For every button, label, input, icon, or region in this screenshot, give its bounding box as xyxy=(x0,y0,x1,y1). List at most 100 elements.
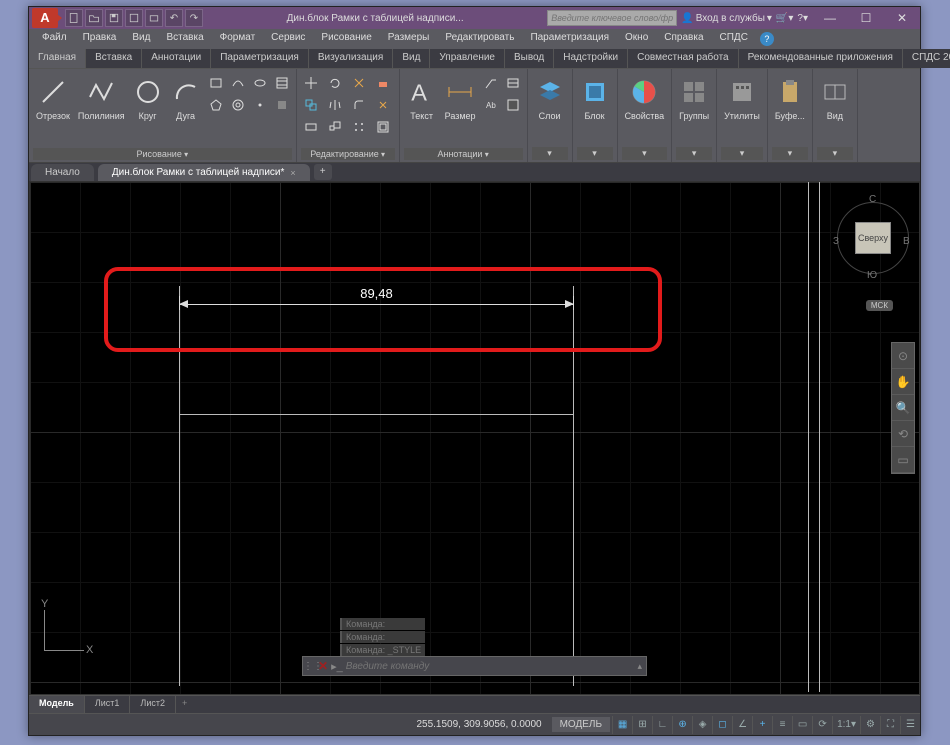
ellipse-icon[interactable] xyxy=(250,73,270,93)
tab-output[interactable]: Вывод xyxy=(505,49,554,68)
tab-featured[interactable]: Рекомендованные приложения xyxy=(739,49,903,68)
panel-draw-title[interactable]: Рисование xyxy=(33,148,292,160)
cmd-handle-icon[interactable]: ⋮⋮ xyxy=(303,661,315,672)
panel-block-title[interactable]: ▾ xyxy=(577,147,613,160)
tab-view[interactable]: Вид xyxy=(393,49,430,68)
polyline-button[interactable]: Полилиния xyxy=(75,73,128,123)
doc-tab-start[interactable]: Начало xyxy=(31,164,94,181)
layout-tab-add[interactable]: + xyxy=(176,696,193,713)
status-polar-icon[interactable]: ⊕ xyxy=(672,716,692,734)
help-bubble-icon[interactable]: ? xyxy=(760,32,774,46)
erase-icon[interactable] xyxy=(373,73,393,93)
offset-icon[interactable] xyxy=(373,117,393,137)
nav-show-icon[interactable]: ▭ xyxy=(892,447,914,473)
tab-manage[interactable]: Управление xyxy=(430,49,505,68)
status-grid-icon[interactable]: ▦ xyxy=(612,716,632,734)
menu-file[interactable]: Файл xyxy=(34,29,75,49)
region-icon[interactable] xyxy=(272,95,292,115)
doc-tab-current[interactable]: Дин.блок Рамки с таблицей надписи*× xyxy=(98,164,310,181)
command-line[interactable]: ⋮⋮ ✕ ▸_ ▴ xyxy=(302,656,647,676)
scale-icon[interactable] xyxy=(325,117,345,137)
properties-button[interactable]: Свойства xyxy=(622,73,668,123)
text-button[interactable]: AТекст xyxy=(404,73,440,123)
status-dyn-icon[interactable]: + xyxy=(752,716,772,734)
trim-icon[interactable] xyxy=(349,73,369,93)
status-osnap-icon[interactable]: ◻ xyxy=(712,716,732,734)
app-icon[interactable]: A xyxy=(32,8,58,28)
layout-tab-sheet1[interactable]: Лист1 xyxy=(85,696,131,713)
viewcube-west[interactable]: З xyxy=(833,236,839,247)
mirror-icon[interactable] xyxy=(325,95,345,115)
panel-annot-title[interactable]: Аннотации xyxy=(404,148,523,160)
qat-saveas-icon[interactable] xyxy=(125,9,143,27)
panel-clip-title[interactable]: ▾ xyxy=(772,147,808,160)
status-scale[interactable]: 1:1 ▾ xyxy=(832,716,860,734)
stretch-icon[interactable] xyxy=(301,117,321,137)
panel-layers-title[interactable]: ▾ xyxy=(532,147,568,160)
panel-modify-title[interactable]: Редактирование xyxy=(301,148,395,160)
command-input[interactable] xyxy=(346,661,634,672)
menu-dim[interactable]: Размеры xyxy=(380,29,438,49)
polygon-icon[interactable] xyxy=(206,95,226,115)
menu-modify[interactable]: Редактировать xyxy=(437,29,522,49)
tab-parametric[interactable]: Параметризация xyxy=(211,49,309,68)
clipboard-button[interactable]: Буфе... xyxy=(772,73,808,123)
menu-draw[interactable]: Рисование xyxy=(313,29,379,49)
qat-plot-icon[interactable] xyxy=(145,9,163,27)
mtext-icon[interactable]: Ab xyxy=(481,95,501,115)
panel-props-title[interactable]: ▾ xyxy=(622,147,668,160)
leader-icon[interactable] xyxy=(481,73,501,93)
move-icon[interactable] xyxy=(301,73,321,93)
qat-save-icon[interactable] xyxy=(105,9,123,27)
viewcube[interactable]: Сверху С Ю В З МСК xyxy=(833,194,913,294)
status-gear-icon[interactable]: ⚙ xyxy=(860,716,880,734)
panel-groups-title[interactable]: ▾ xyxy=(676,147,712,160)
nav-wheel-icon[interactable]: ⊙ xyxy=(892,343,914,369)
tab-insert[interactable]: Вставка xyxy=(86,49,142,68)
view-button[interactable]: Вид xyxy=(817,73,853,123)
panel-view-title[interactable]: ▾ xyxy=(817,147,853,160)
qat-new-icon[interactable] xyxy=(65,9,83,27)
status-model-button[interactable]: МОДЕЛЬ xyxy=(552,717,610,732)
viewcube-south[interactable]: Ю xyxy=(867,270,877,281)
close-button[interactable]: ✕ xyxy=(884,8,920,28)
viewcube-north[interactable]: С xyxy=(869,194,876,205)
wipe-icon[interactable] xyxy=(503,95,523,115)
fillet-icon[interactable] xyxy=(349,95,369,115)
tab-visualize[interactable]: Визуализация xyxy=(309,49,393,68)
coord-system-badge[interactable]: МСК xyxy=(866,300,893,311)
viewcube-east[interactable]: В xyxy=(903,236,910,247)
status-max-icon[interactable]: ⛶ xyxy=(880,716,900,734)
status-lwt-icon[interactable]: ≡ xyxy=(772,716,792,734)
circle-button[interactable]: Круг xyxy=(130,73,166,123)
minimize-button[interactable]: — xyxy=(812,8,848,28)
qat-open-icon[interactable] xyxy=(85,9,103,27)
layout-tab-model[interactable]: Модель xyxy=(29,696,85,713)
panel-util-title[interactable]: ▾ xyxy=(721,147,763,160)
status-snap-icon[interactable]: ⊞ xyxy=(632,716,652,734)
copy-icon[interactable] xyxy=(301,95,321,115)
menu-insert[interactable]: Вставка xyxy=(158,29,211,49)
signin-link[interactable]: 👤 Вход в службы ▾ xyxy=(681,13,772,24)
layers-button[interactable]: Слои xyxy=(532,73,568,123)
tab-annotate[interactable]: Аннотации xyxy=(142,49,211,68)
dimension-button[interactable]: Размер xyxy=(442,73,479,123)
rect-icon[interactable] xyxy=(206,73,226,93)
qat-undo-icon[interactable]: ↶ xyxy=(165,9,183,27)
menu-view[interactable]: Вид xyxy=(124,29,158,49)
help-icon[interactable]: ?▾ xyxy=(797,13,808,24)
spline-icon[interactable] xyxy=(228,73,248,93)
status-custom-icon[interactable]: ☰ xyxy=(900,716,920,734)
doc-tab-add[interactable]: + xyxy=(314,164,332,180)
menu-help[interactable]: Справка xyxy=(656,29,711,49)
cmd-recent-icon[interactable]: ▴ xyxy=(637,661,642,672)
explode-icon[interactable] xyxy=(373,95,393,115)
status-iso-icon[interactable]: ◈ xyxy=(692,716,712,734)
drawing-canvas[interactable]: 89,48 X Y Сверху С Ю В З МСК xyxy=(29,181,920,695)
arc-button[interactable]: Дуга xyxy=(168,73,204,123)
nav-zoom-icon[interactable]: 🔍 xyxy=(892,395,914,421)
line-button[interactable]: Отрезок xyxy=(33,73,73,123)
menu-window[interactable]: Окно xyxy=(617,29,656,49)
table-icon[interactable] xyxy=(503,73,523,93)
array-icon[interactable] xyxy=(349,117,369,137)
